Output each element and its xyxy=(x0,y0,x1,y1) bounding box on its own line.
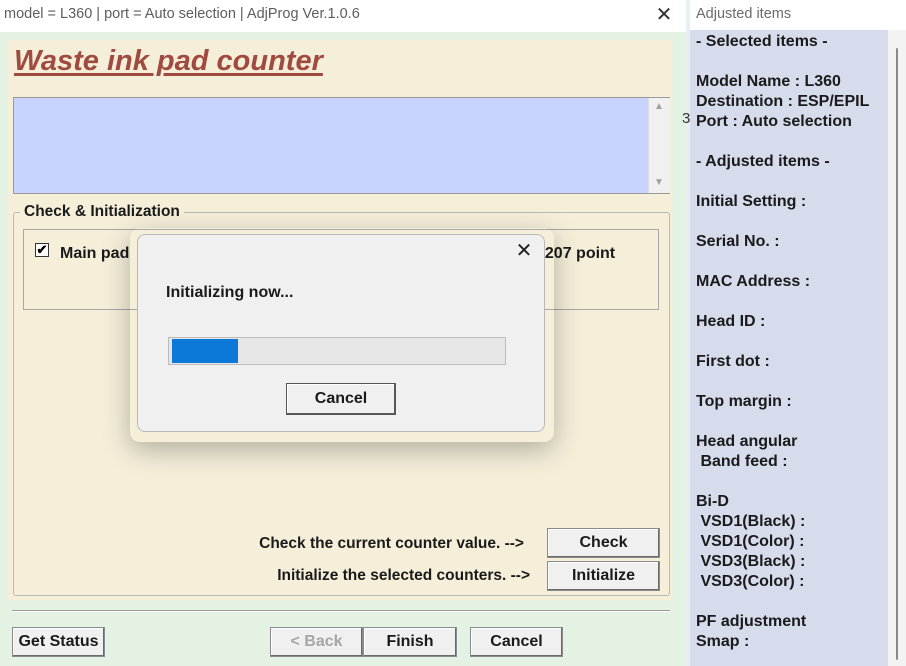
cancel-button[interactable]: Cancel xyxy=(470,627,563,657)
scroll-up-arrow-icon[interactable]: ▲ xyxy=(652,100,666,114)
initialize-prompt-text: Initialize the selected counters. --> xyxy=(277,567,530,584)
page-title: Waste ink pad counter xyxy=(14,45,323,77)
adjusted-item-line: Destination : ESP/EPIL xyxy=(696,93,870,110)
main-pad-label: Main pad xyxy=(60,245,130,262)
main-pad-checkbox[interactable]: ✔ xyxy=(35,243,49,257)
adjusted-item-line: VSD1(Color) : xyxy=(696,533,805,550)
adjusted-item-line: Head ID : xyxy=(696,313,766,330)
adjusted-item-line: VSD3(Black) : xyxy=(696,553,806,570)
initialize-button[interactable]: Initialize xyxy=(547,561,660,591)
dialog-close-icon[interactable]: ✕ xyxy=(512,239,536,263)
adjusted-item-line: First dot : xyxy=(696,353,770,370)
close-icon[interactable]: ✕ xyxy=(654,4,674,26)
main-window-title: model = L360 | port = Auto selection | A… xyxy=(4,6,360,22)
adjusted-item-line: Bi-D xyxy=(696,493,729,510)
footer-divider-highlight xyxy=(12,611,670,612)
adjusted-item-line: Serial No. : xyxy=(696,233,780,250)
group-legend: Check & Initialization xyxy=(20,203,184,221)
adjusted-item-line: - Adjusted items - xyxy=(696,153,830,170)
scrollbar-thumb[interactable] xyxy=(896,48,898,660)
adjusted-item-line: Smap : xyxy=(696,633,750,650)
adjusted-item-line: MAC Address : xyxy=(696,273,811,290)
adjusted-item-line: Initial Setting : xyxy=(696,193,807,210)
adjusted-item-line: Model Name : L360 xyxy=(696,73,841,90)
check-button[interactable]: Check xyxy=(547,528,660,558)
adjusted-item-line: Port : Auto selection xyxy=(696,113,852,130)
dialog-message: Initializing now... xyxy=(166,284,294,301)
dialog-cancel-button[interactable]: Cancel xyxy=(286,383,396,415)
get-status-button[interactable]: Get Status xyxy=(12,627,105,657)
message-textarea[interactable] xyxy=(13,97,670,194)
adjusted-item-line: PF adjustment xyxy=(696,613,807,630)
progress-bar-fill xyxy=(172,339,238,363)
finish-button[interactable]: Finish xyxy=(363,627,457,657)
check-prompt-text: Check the current counter value. --> xyxy=(259,535,524,552)
scroll-down-arrow-icon[interactable]: ▼ xyxy=(652,176,666,190)
adjusted-item-line: VSD3(Color) : xyxy=(696,573,805,590)
adjusted-items-title: Adjusted items xyxy=(696,6,792,22)
adjusted-item-line: Band feed : xyxy=(696,453,788,470)
adjusted-item-line: - Selected items - xyxy=(696,33,828,50)
adjusted-item-line: VSD1(Black) : xyxy=(696,513,806,530)
back-button[interactable]: < Back xyxy=(270,627,363,657)
adjusted-item-line: Top margin : xyxy=(696,393,792,410)
adjusted-item-line: Head angular xyxy=(696,433,798,450)
